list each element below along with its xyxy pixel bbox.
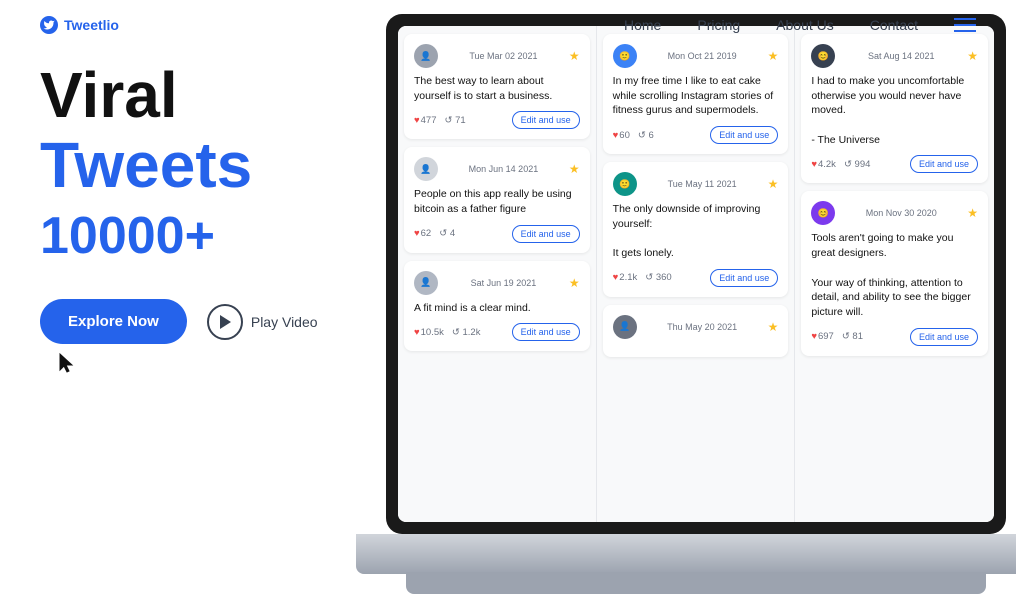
tweet-stats: ♥2.1k ↺ 360 <box>613 272 672 283</box>
nav-pricing[interactable]: Pricing <box>697 17 740 33</box>
logo: Tweetlio <box>40 16 119 34</box>
tweet-card: 🙂 Tue May 11 2021 ★ The only downside of… <box>603 162 789 297</box>
tweet-stats: ♥4.2k ↺ 994 <box>811 159 870 170</box>
tweet-avatar: 🙂 <box>613 172 637 196</box>
laptop-mockup: 👤 Tue Mar 02 2021 ★ The best way to lear… <box>356 14 1016 594</box>
play-circle-icon <box>207 304 243 340</box>
tweet-text: The best way to learn about yourself is … <box>414 74 580 103</box>
tweet-text: The only downside of improving yourself:… <box>613 202 779 261</box>
tweet-stats: ♥477 ↺ 71 <box>414 115 466 126</box>
star-icon: ★ <box>768 320 779 334</box>
edit-use-button[interactable]: Edit and use <box>710 126 778 144</box>
tweet-text: People on this app really be using bitco… <box>414 187 580 216</box>
edit-use-button[interactable]: Edit and use <box>512 111 580 129</box>
tweet-date: Tue May 11 2021 <box>637 179 768 189</box>
play-triangle-icon <box>220 315 231 329</box>
tweet-stats: ♥62 ↺ 4 <box>414 228 455 239</box>
header: Tweetlio Home Pricing About Us Contact <box>0 0 1016 50</box>
tweet-date: Mon Jun 14 2021 <box>438 164 569 174</box>
tweet-stats: ♥10.5k ↺ 1.2k <box>414 327 480 338</box>
star-icon: ★ <box>768 49 779 63</box>
logo-text: Tweetlio <box>64 17 119 33</box>
tweet-col-1: 👤 Tue Mar 02 2021 ★ The best way to lear… <box>398 26 597 522</box>
tweet-card: 👤 Sat Jun 19 2021 ★ A fit mind is a clea… <box>404 261 590 352</box>
star-icon: ★ <box>967 206 978 220</box>
nav-about[interactable]: About Us <box>776 17 834 33</box>
tweet-card: 😊 Sat Aug 14 2021 ★ I had to make you un… <box>801 34 988 183</box>
logo-icon <box>40 16 58 34</box>
star-icon: ★ <box>569 276 580 290</box>
tweet-avatar: 😊 <box>811 201 835 225</box>
laptop-screen: 👤 Tue Mar 02 2021 ★ The best way to lear… <box>386 14 1006 534</box>
hero-actions: Explore Now Play Video <box>40 299 350 344</box>
laptop-base <box>356 534 1016 574</box>
hero-title-line2: Tweets <box>40 130 350 200</box>
hamburger-menu[interactable] <box>954 18 976 32</box>
edit-use-button[interactable]: Edit and use <box>512 323 580 341</box>
tweet-stats: ♥60 ↺ 6 <box>613 130 654 141</box>
tweet-card: 👤 Mon Jun 14 2021 ★ People on this app r… <box>404 147 590 252</box>
star-icon: ★ <box>967 49 978 63</box>
hamburger-line3 <box>954 30 976 32</box>
tweet-date: Sat Aug 14 2021 <box>835 51 967 61</box>
nav-contact[interactable]: Contact <box>870 17 918 33</box>
tweet-card: 👤 Thu May 20 2021 ★ <box>603 305 789 357</box>
tweet-text: A fit mind is a clear mind. <box>414 301 580 316</box>
star-icon: ★ <box>569 49 580 63</box>
main-nav: Home Pricing About Us Contact <box>624 17 976 33</box>
hero-count: 10000+ <box>40 205 350 267</box>
tweet-card: 😊 Mon Nov 30 2020 ★ Tools aren't going t… <box>801 191 988 355</box>
star-icon: ★ <box>569 162 580 176</box>
tweet-grid: 👤 Tue Mar 02 2021 ★ The best way to lear… <box>398 26 994 522</box>
tweet-col-2: 🙂 Mon Oct 21 2019 ★ In my free time I li… <box>597 26 796 522</box>
tweet-avatar: 👤 <box>414 157 438 181</box>
play-video-label: Play Video <box>251 314 318 330</box>
edit-use-button[interactable]: Edit and use <box>512 225 580 243</box>
tweet-date: Mon Oct 21 2019 <box>637 51 768 61</box>
nav-home[interactable]: Home <box>624 17 661 33</box>
hero-title-line1: Viral <box>40 60 350 130</box>
tweet-col-3: 😊 Sat Aug 14 2021 ★ I had to make you un… <box>795 26 994 522</box>
hero-section: Viral Tweets 10000+ Explore Now Play Vid… <box>40 60 350 381</box>
edit-use-button[interactable]: Edit and use <box>910 155 978 173</box>
hamburger-line2 <box>954 24 976 26</box>
explore-button[interactable]: Explore Now <box>40 299 187 344</box>
tweet-text: I had to make you uncomfortable otherwis… <box>811 74 978 147</box>
tweet-card: 🙂 Mon Oct 21 2019 ★ In my free time I li… <box>603 34 789 154</box>
edit-use-button[interactable]: Edit and use <box>910 328 978 346</box>
tweet-date: Sat Jun 19 2021 <box>438 278 569 288</box>
tweet-text: In my free time I like to eat cake while… <box>613 74 779 118</box>
laptop-foot <box>406 572 986 594</box>
tweet-date: Mon Nov 30 2020 <box>835 208 967 218</box>
edit-use-button[interactable]: Edit and use <box>710 269 778 287</box>
tweet-avatar: 👤 <box>414 271 438 295</box>
play-video-button[interactable]: Play Video <box>207 304 318 340</box>
tweet-text: Tools aren't going to make you great des… <box>811 231 978 319</box>
tweet-date: Tue Mar 02 2021 <box>438 51 569 61</box>
cursor-icon <box>56 352 350 381</box>
star-icon: ★ <box>768 177 779 191</box>
tweet-avatar: 👤 <box>613 315 637 339</box>
tweet-stats: ♥697 ↺ 81 <box>811 331 863 342</box>
tweet-date: Thu May 20 2021 <box>637 322 768 332</box>
hamburger-line1 <box>954 18 976 20</box>
